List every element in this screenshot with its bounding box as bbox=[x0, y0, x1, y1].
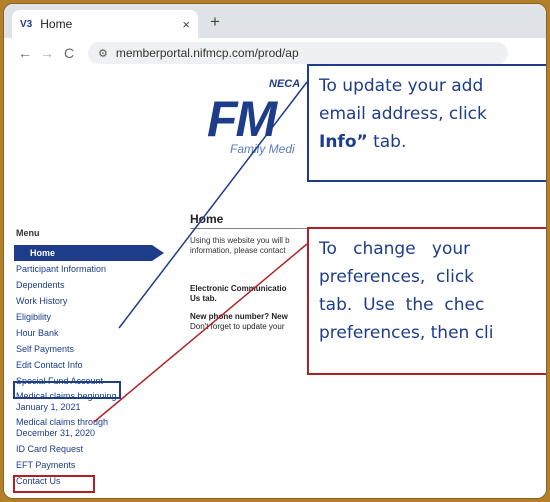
screenshot-frame: V3 Home × + ← → C ⚙ memberportal.nifmcp.… bbox=[3, 3, 547, 499]
intro-text: Using this website you will b informatio… bbox=[190, 236, 310, 256]
section-text: Don't forget to update your bbox=[190, 322, 285, 331]
sidebar-item-eligibility[interactable]: Eligibility bbox=[14, 309, 164, 325]
url-text: memberportal.nifmcp.com/prod/ap bbox=[115, 46, 299, 60]
electronic-communication-section: Electronic Communicatio Us tab. bbox=[190, 284, 310, 304]
reload-icon[interactable]: C bbox=[58, 45, 80, 61]
sidebar-item-edit-contact-info[interactable]: Edit Contact Info bbox=[14, 357, 164, 373]
sidebar-item-participant-information[interactable]: Participant Information bbox=[14, 261, 164, 277]
browser-tab-bar: V3 Home × + bbox=[4, 4, 546, 38]
sidebar-item-medical-claims-2020[interactable]: Medical claims through December 31, 2020 bbox=[14, 415, 164, 441]
section-heading: Electronic Communicatio bbox=[190, 284, 287, 293]
phone-number-section: New phone number? New Don't forget to up… bbox=[190, 312, 310, 332]
callout-text: tab. bbox=[367, 132, 407, 152]
callout-line: tab. Use the chec bbox=[319, 295, 485, 315]
site-settings-icon[interactable]: ⚙ bbox=[98, 47, 108, 60]
sidebar-item-self-payments[interactable]: Self Payments bbox=[14, 341, 164, 357]
menu-heading: Menu bbox=[16, 228, 40, 238]
forward-arrow-icon[interactable]: → bbox=[36, 45, 58, 61]
menu-item-line: January 1, 2021 bbox=[16, 402, 81, 412]
intro-line: Using this website you will b bbox=[190, 236, 290, 245]
page-title: Home bbox=[190, 212, 224, 226]
edit-contact-callout: To update your add email address, click … bbox=[307, 64, 546, 182]
edit-contact-highlight bbox=[13, 381, 121, 399]
intro-line: information, please contact bbox=[190, 246, 286, 255]
menu-item-line: December 31, 2020 bbox=[16, 428, 96, 438]
logo-main-text: FM bbox=[207, 91, 277, 147]
callout-line: preferences, click bbox=[319, 267, 475, 287]
contact-us-callout: To change your preferences, click tab. U… bbox=[307, 227, 546, 375]
tab-title: Home bbox=[40, 17, 73, 31]
callout-line: Info” tab. bbox=[319, 128, 540, 156]
sidebar-item-home[interactable]: Home bbox=[14, 245, 164, 261]
sidebar-item-work-history[interactable]: Work History bbox=[14, 293, 164, 309]
callout-line: To update your add bbox=[319, 76, 484, 96]
section-heading: New phone number? New bbox=[190, 312, 288, 321]
new-tab-icon[interactable]: + bbox=[210, 12, 220, 32]
close-tab-icon[interactable]: × bbox=[182, 17, 190, 32]
site-favicon-icon: V3 bbox=[20, 18, 33, 30]
sidebar-item-hour-bank[interactable]: Hour Bank bbox=[14, 325, 164, 341]
contact-us-highlight bbox=[13, 475, 95, 493]
section-heading: Us tab. bbox=[190, 294, 217, 303]
callout-line: email address, click bbox=[319, 104, 487, 124]
address-bar[interactable]: ⚙ memberportal.nifmcp.com/prod/ap bbox=[88, 42, 508, 64]
callout-line: To change your bbox=[319, 239, 471, 259]
sidebar-item-eft-payments[interactable]: EFT Payments bbox=[14, 457, 164, 473]
logo-neca-text: NECA bbox=[269, 78, 301, 90]
menu-item-line: Medical claims through bbox=[16, 417, 109, 427]
title-divider bbox=[190, 228, 310, 229]
sidebar-item-dependents[interactable]: Dependents bbox=[14, 277, 164, 293]
browser-tab-home[interactable]: V3 Home × bbox=[12, 10, 198, 38]
callout-bold-text: Info” bbox=[319, 132, 368, 152]
sidebar-menu: Home Participant Information Dependents … bbox=[14, 245, 164, 489]
callout-line: preferences, then cli bbox=[319, 323, 494, 343]
logo-subtitle: Family Medi bbox=[230, 142, 295, 156]
back-arrow-icon[interactable]: ← bbox=[14, 45, 36, 61]
sidebar-item-id-card-request[interactable]: ID Card Request bbox=[14, 441, 164, 457]
